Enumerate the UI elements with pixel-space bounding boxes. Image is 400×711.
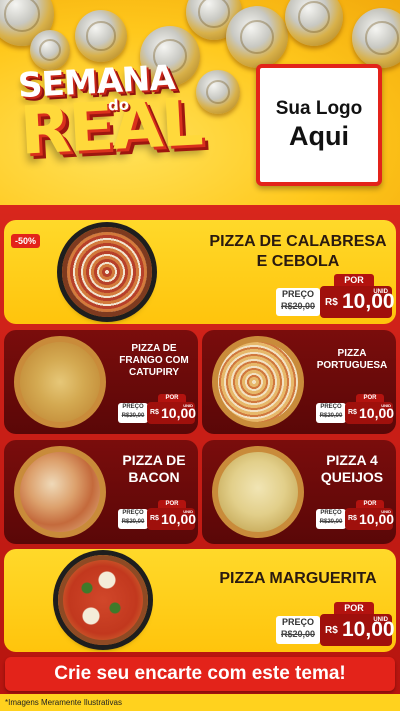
product-card-calabresa[interactable]: -50% PIZZA DE CALABRESA E CEBOLA POR PRE… xyxy=(4,220,396,324)
cta-button[interactable]: Crie seu encarte com este tema! xyxy=(5,657,395,691)
new-price: R$ 10,00 UNID xyxy=(345,402,394,424)
product-name: PIZZA DE FRANGO COM CATUPIRY xyxy=(119,343,189,378)
pizza-marguerita-image xyxy=(58,555,148,645)
logo-line-2: Aqui xyxy=(289,121,349,151)
coin-icon xyxy=(226,6,288,68)
product-name: PIZZA DE BACON xyxy=(122,452,186,485)
price-tag: POR PREÇO R$20,00 R$ 10,00 UNID xyxy=(316,500,394,534)
coin-icon xyxy=(352,8,400,68)
price-tag: POR PREÇO R$20,00 R$ 10,00 UNID xyxy=(316,394,394,428)
new-price: R$ 10,00 UNID xyxy=(320,614,395,646)
por-label: POR xyxy=(334,602,374,614)
price-tag: POR PREÇO R$20,00 R$ 10,00 UNID xyxy=(276,602,395,648)
product-name: PIZZA PORTUGUESA xyxy=(316,348,388,371)
logo-line-1: Sua Logo xyxy=(275,98,363,119)
new-price: R$ 10,00 UNID xyxy=(345,508,394,530)
product-name: PIZZA MARGUERITA xyxy=(219,570,377,587)
price-tag: POR PREÇO R$20,00 R$ 10,00 UNID xyxy=(118,500,196,534)
product-card-portuguesa[interactable]: PIZZA PORTUGUESA POR PREÇO R$20,00 R$ 10… xyxy=(202,330,396,434)
new-price: R$ 10,00 UNID xyxy=(320,286,395,318)
coin-icon xyxy=(285,0,343,46)
pizza-calabresa-image xyxy=(62,227,152,317)
coin-icon xyxy=(196,70,240,114)
logo-placeholder[interactable]: Sua Logo Aqui xyxy=(256,64,382,186)
coin-icon xyxy=(75,10,127,62)
product-card-bacon[interactable]: PIZZA DE BACON POR PREÇO R$20,00 R$ 10,0… xyxy=(4,440,198,544)
product-card-frango[interactable]: PIZZA DE FRANGO COM CATUPIRY POR PREÇO R… xyxy=(4,330,198,434)
product-card-marguerita[interactable]: PIZZA MARGUERITA POR PREÇO R$20,00 R$ 10… xyxy=(4,549,396,652)
old-price-box: PREÇO R$20,00 xyxy=(118,403,148,423)
pizza-frango-image xyxy=(14,336,106,428)
pizza-4-queijos-image xyxy=(212,446,304,538)
new-price: R$ 10,00 UNID xyxy=(147,402,196,424)
old-price-box: PREÇO R$20,00 xyxy=(316,403,346,423)
discount-badge: -50% xyxy=(11,234,41,248)
product-name: PIZZA 4 QUEIJOS xyxy=(320,452,384,485)
old-price-box: PREÇO R$20,00 xyxy=(118,509,148,529)
price-tag: POR PREÇO R$20,00 R$ 10,00 UNID xyxy=(276,274,395,320)
old-price-box: PREÇO R$20,00 xyxy=(276,288,320,316)
old-price-box: PREÇO R$20,00 xyxy=(276,616,320,644)
por-label: POR xyxy=(334,274,374,286)
header-banner: SEMANA REAL do Sua Logo Aqui xyxy=(0,0,400,205)
product-name: PIZZA DE CALABRESA E CEBOLA xyxy=(209,233,387,270)
new-price: R$ 10,00 UNID xyxy=(147,508,196,530)
price-tag: POR PREÇO R$20,00 R$ 10,00 UNID xyxy=(118,394,196,428)
promo-title-connector: do xyxy=(107,95,130,115)
footnote: *Imagens Meramente Ilustrativas xyxy=(0,694,400,711)
pizza-bacon-image xyxy=(14,446,106,538)
pizza-portuguesa-image xyxy=(212,336,304,428)
old-price-box: PREÇO R$20,00 xyxy=(316,509,346,529)
product-card-4-queijos[interactable]: PIZZA 4 QUEIJOS POR PREÇO R$20,00 R$ 10,… xyxy=(202,440,396,544)
